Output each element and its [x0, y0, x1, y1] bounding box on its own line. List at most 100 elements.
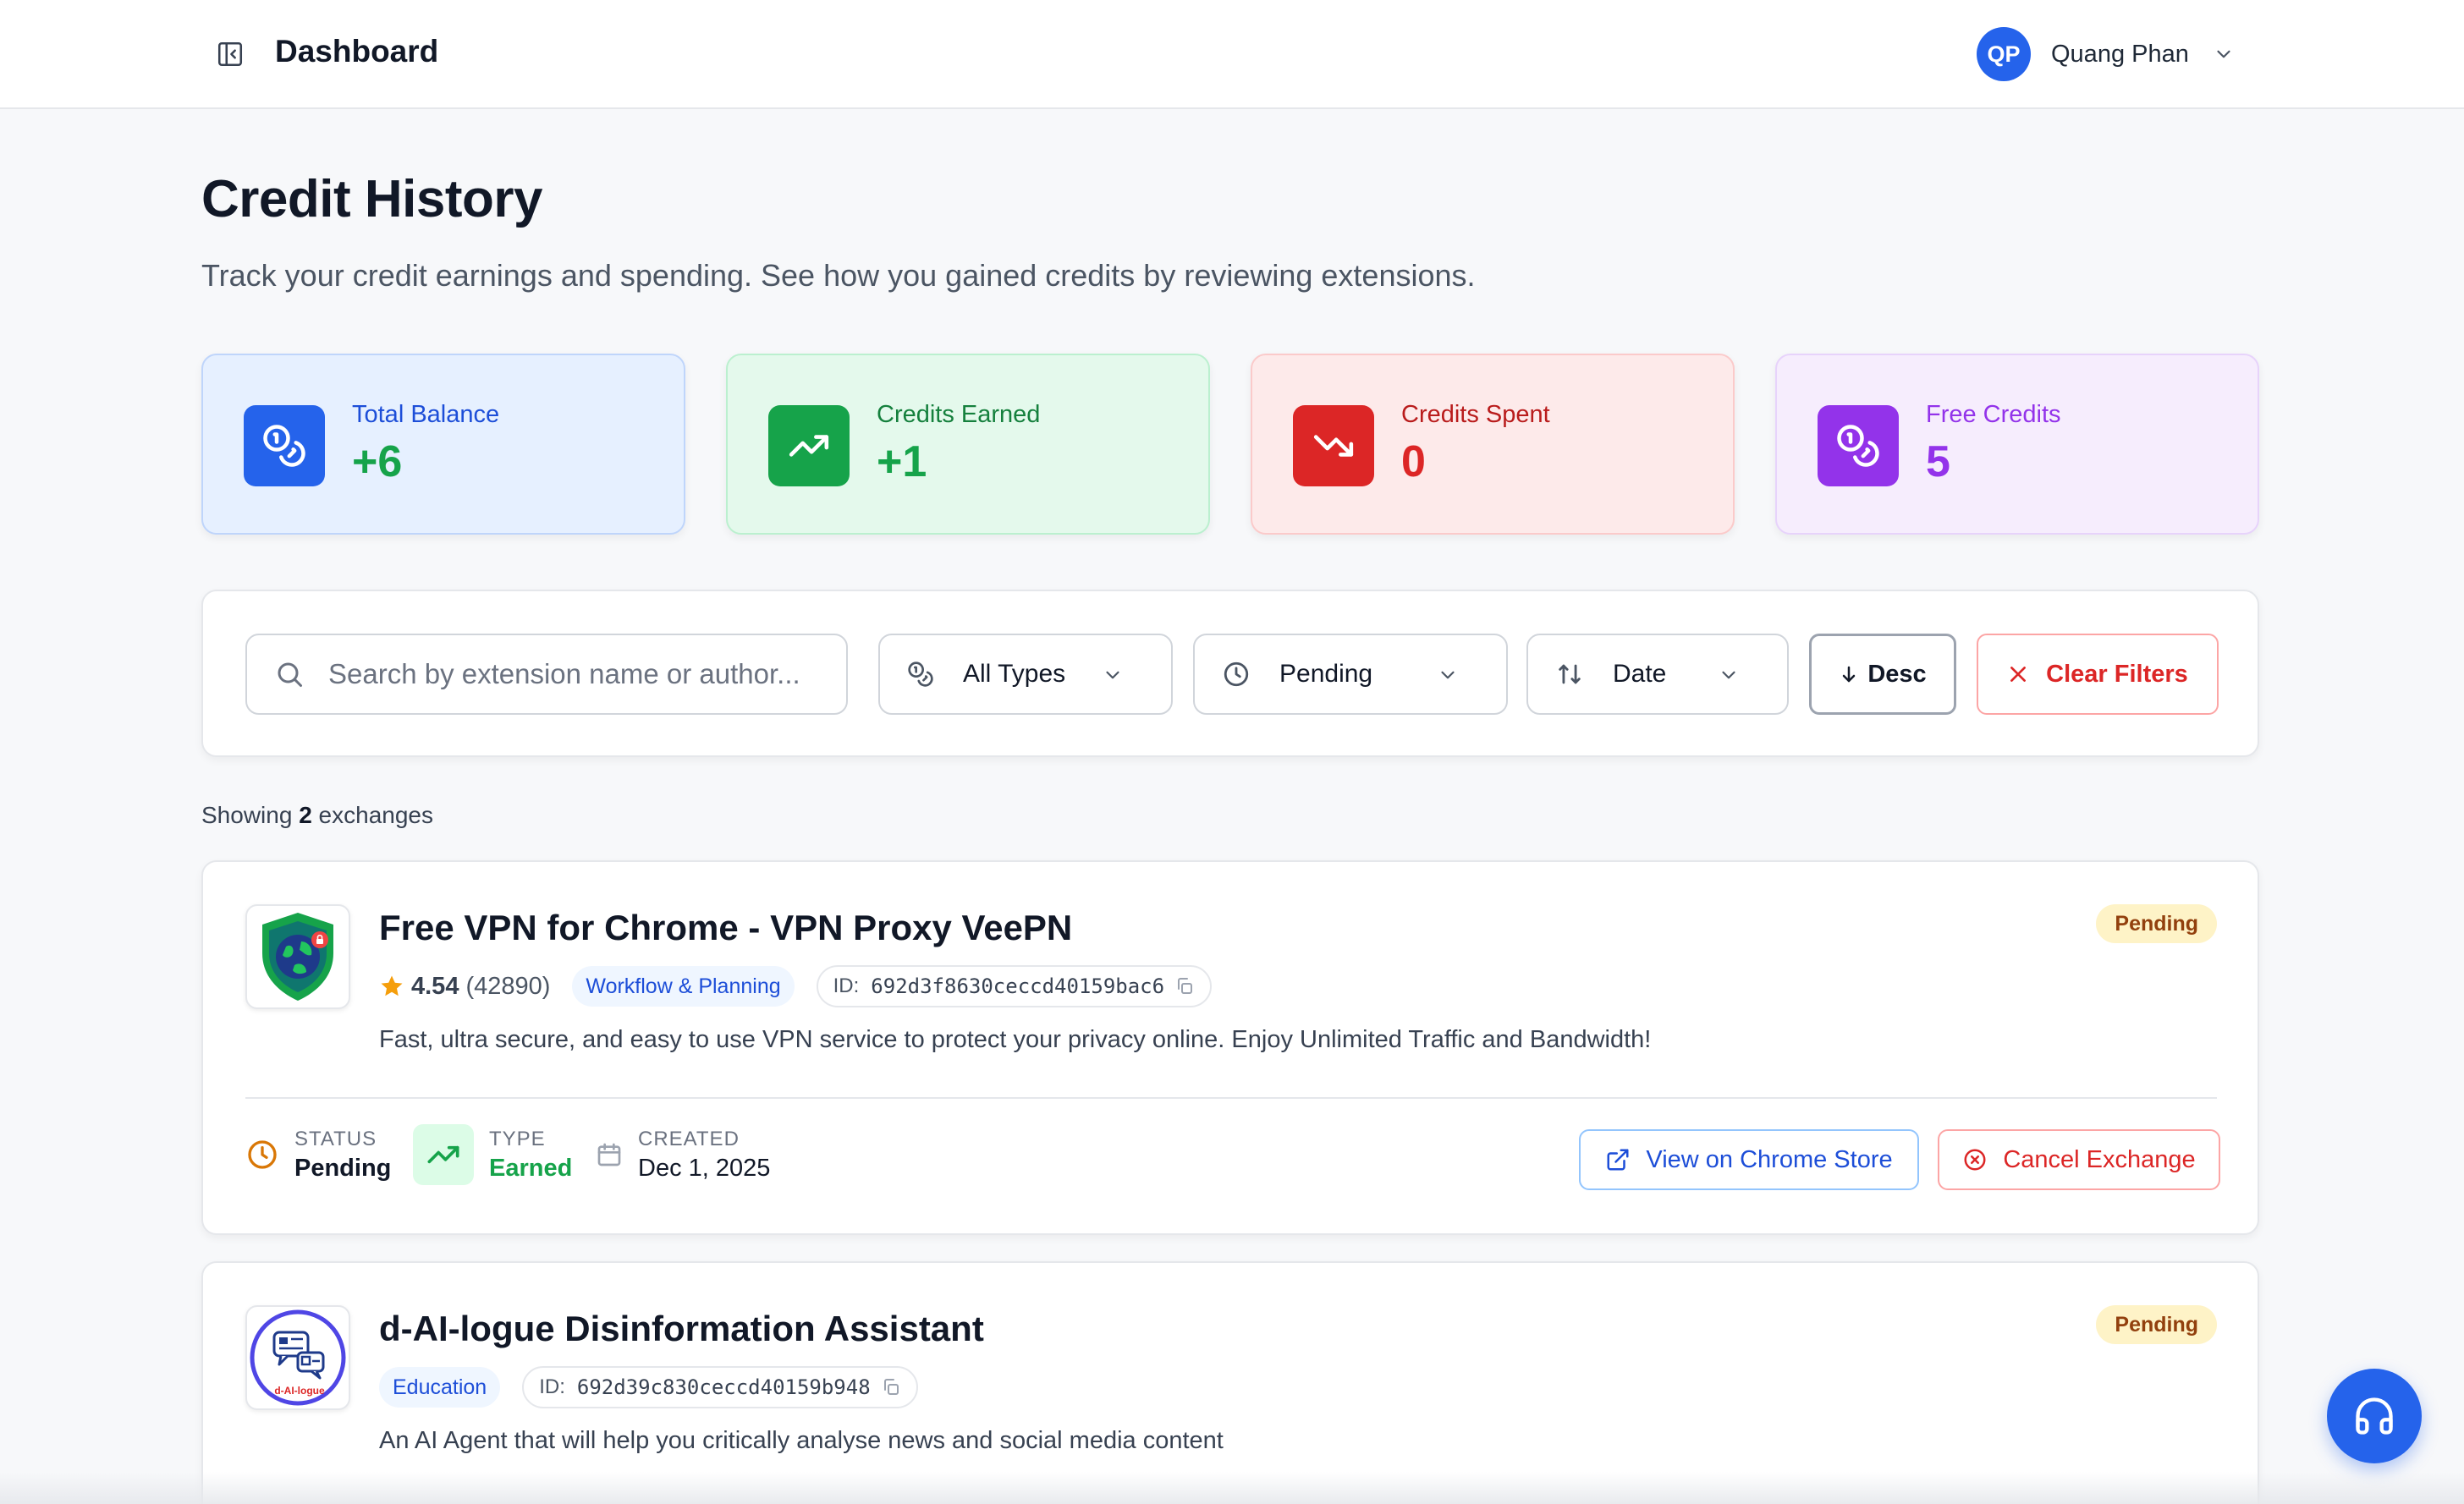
clock-icon: [245, 1138, 279, 1172]
created-field: Created Dec 1, 2025: [596, 1124, 770, 1185]
status-filter-select[interactable]: Pending: [1193, 634, 1508, 715]
avatar: QP: [1977, 27, 2031, 81]
user-name: Quang Phan: [2051, 40, 2189, 68]
id-label: ID:: [833, 974, 860, 997]
stat-card-credits-earned: Credits Earned +1: [726, 354, 1210, 535]
cancel-circle-icon: [1962, 1147, 1988, 1172]
type-field: Type Earned: [413, 1124, 572, 1185]
headphones-icon: [2356, 1397, 2393, 1435]
external-link-icon: [1605, 1147, 1631, 1172]
results-count-number: 2: [299, 802, 312, 828]
app-title: Dashboard: [275, 34, 439, 69]
sort-arrows-icon: [1555, 660, 1584, 689]
sort-order-button[interactable]: Desc: [1809, 634, 1956, 715]
extension-description: An AI Agent that will help you criticall…: [379, 1427, 1224, 1454]
extension-logo: d-AI-logue: [245, 1305, 350, 1410]
extension-id-chip: ID: 692d39c830ceccd40159b948: [522, 1366, 918, 1408]
status-badge: Pending: [2096, 904, 2217, 943]
status-value: Pending: [294, 1154, 392, 1182]
stat-label: Free Credits: [1926, 401, 2061, 428]
star-icon: [379, 974, 404, 999]
stat-card-free-credits: Free Credits 5: [1775, 354, 2259, 535]
copy-icon[interactable]: [1174, 976, 1195, 996]
stat-value: +6: [352, 437, 403, 486]
stat-icon-container: [768, 405, 850, 486]
stat-card-total-balance: Total Balance +6: [201, 354, 685, 535]
stat-icon-container: [1293, 405, 1374, 486]
exchange-card: Free VPN for Chrome - VPN Proxy VeePN 4.…: [201, 860, 2259, 1235]
sidebar-toggle-button[interactable]: [213, 39, 247, 69]
type-filter-value: All Types: [963, 660, 1066, 688]
page-title: Credit History: [201, 170, 542, 228]
stat-label: Credits Earned: [877, 401, 1041, 428]
status-badge: Pending: [2096, 1305, 2217, 1344]
created-value: Dec 1, 2025: [638, 1154, 771, 1182]
results-count: Showing 2 exchanges: [201, 802, 433, 828]
calendar-icon: [596, 1141, 623, 1168]
extension-id: 692d39c830ceccd40159b948: [576, 1375, 871, 1399]
arrow-down-icon: [1839, 662, 1859, 686]
stat-card-credits-spent: Credits Spent 0: [1251, 354, 1735, 535]
extension-title: Free VPN for Chrome - VPN Proxy VeePN: [379, 908, 1073, 947]
user-menu[interactable]: QP Quang Phan: [1977, 27, 2235, 81]
stat-icon-container: [244, 405, 325, 486]
page-subtitle: Track your credit earnings and spending.…: [201, 258, 1476, 293]
sort-filter-value: Date: [1613, 660, 1667, 688]
stat-label: Credits Spent: [1401, 401, 1550, 428]
clear-filters-button[interactable]: Clear Filters: [1977, 634, 2219, 715]
extension-meta: 4.54 (42890) Workflow & Planning ID: 692…: [379, 965, 1213, 1007]
support-chat-button[interactable]: [2327, 1369, 2422, 1463]
type-label: Type: [489, 1127, 546, 1150]
search-input[interactable]: [328, 658, 819, 690]
coins-icon: [263, 425, 305, 467]
clock-icon: [1222, 660, 1251, 689]
sidebar-collapse-icon: [217, 41, 243, 67]
id-label: ID:: [539, 1375, 565, 1398]
trending-up-icon: [413, 1124, 474, 1185]
search-icon: [274, 659, 305, 689]
status-field: Status Pending: [245, 1124, 391, 1185]
stat-label: Total Balance: [352, 401, 500, 428]
close-icon: [2007, 663, 2029, 685]
extension-id-chip: ID: 692d3f8630ceccd40159bac6: [816, 965, 1213, 1007]
stat-value: +1: [877, 437, 927, 486]
chevron-down-icon: [1718, 664, 1740, 686]
extension-id: 692d3f8630ceccd40159bac6: [871, 974, 1165, 998]
category-badge: Workflow & Planning: [572, 966, 795, 1007]
logo-wordmark: d-AI-logue: [274, 1385, 325, 1397]
divider: [245, 1097, 2217, 1099]
clear-filters-label: Clear Filters: [2046, 660, 2188, 688]
coins-icon: [907, 661, 934, 688]
status-label: Status: [294, 1127, 377, 1150]
status-filter-value: Pending: [1279, 660, 1373, 688]
sort-order-label: Desc: [1867, 660, 1927, 688]
view-on-chrome-store-button[interactable]: View on Chrome Store: [1579, 1129, 1919, 1190]
cancel-exchange-button[interactable]: Cancel Exchange: [1938, 1129, 2220, 1190]
extension-logo: [245, 904, 350, 1009]
copy-icon[interactable]: [881, 1377, 901, 1397]
trending-up-icon: [789, 435, 829, 457]
type-value: Earned: [489, 1154, 573, 1182]
view-on-chrome-store-label: View on Chrome Store: [1646, 1145, 1893, 1173]
extension-meta: Education ID: 692d39c830ceccd40159b948: [379, 1366, 918, 1408]
rating-score: 4.54: [411, 972, 459, 1000]
extension-title: d-AI-logue Disinformation Assistant: [379, 1309, 984, 1348]
trending-down-icon: [1313, 435, 1354, 457]
type-filter-select[interactable]: All Types: [878, 634, 1173, 715]
cancel-exchange-label: Cancel Exchange: [2003, 1145, 2196, 1173]
filter-panel: All Types Pending Date Desc Clear Fil: [201, 590, 2259, 757]
rating-count: (42890): [465, 972, 551, 1000]
category-badge: Education: [379, 1367, 501, 1408]
sort-filter-select[interactable]: Date: [1526, 634, 1789, 715]
chevron-down-icon: [2213, 43, 2235, 65]
chevron-down-icon: [1102, 664, 1124, 686]
chevron-down-icon: [1437, 664, 1459, 686]
vpn-shield-logo-icon: [262, 913, 333, 1001]
extension-description: Fast, ultra secure, and easy to use VPN …: [379, 1026, 1652, 1053]
coins-icon: [1837, 425, 1879, 467]
top-bar: Dashboard QP Quang Phan: [0, 0, 2464, 109]
rating: 4.54 (42890): [379, 973, 550, 1001]
stat-value: 0: [1401, 437, 1426, 486]
exchange-card: d-AI-logue d-AI-logue Disinformation Ass…: [201, 1261, 2259, 1504]
created-label: Created: [638, 1127, 740, 1150]
